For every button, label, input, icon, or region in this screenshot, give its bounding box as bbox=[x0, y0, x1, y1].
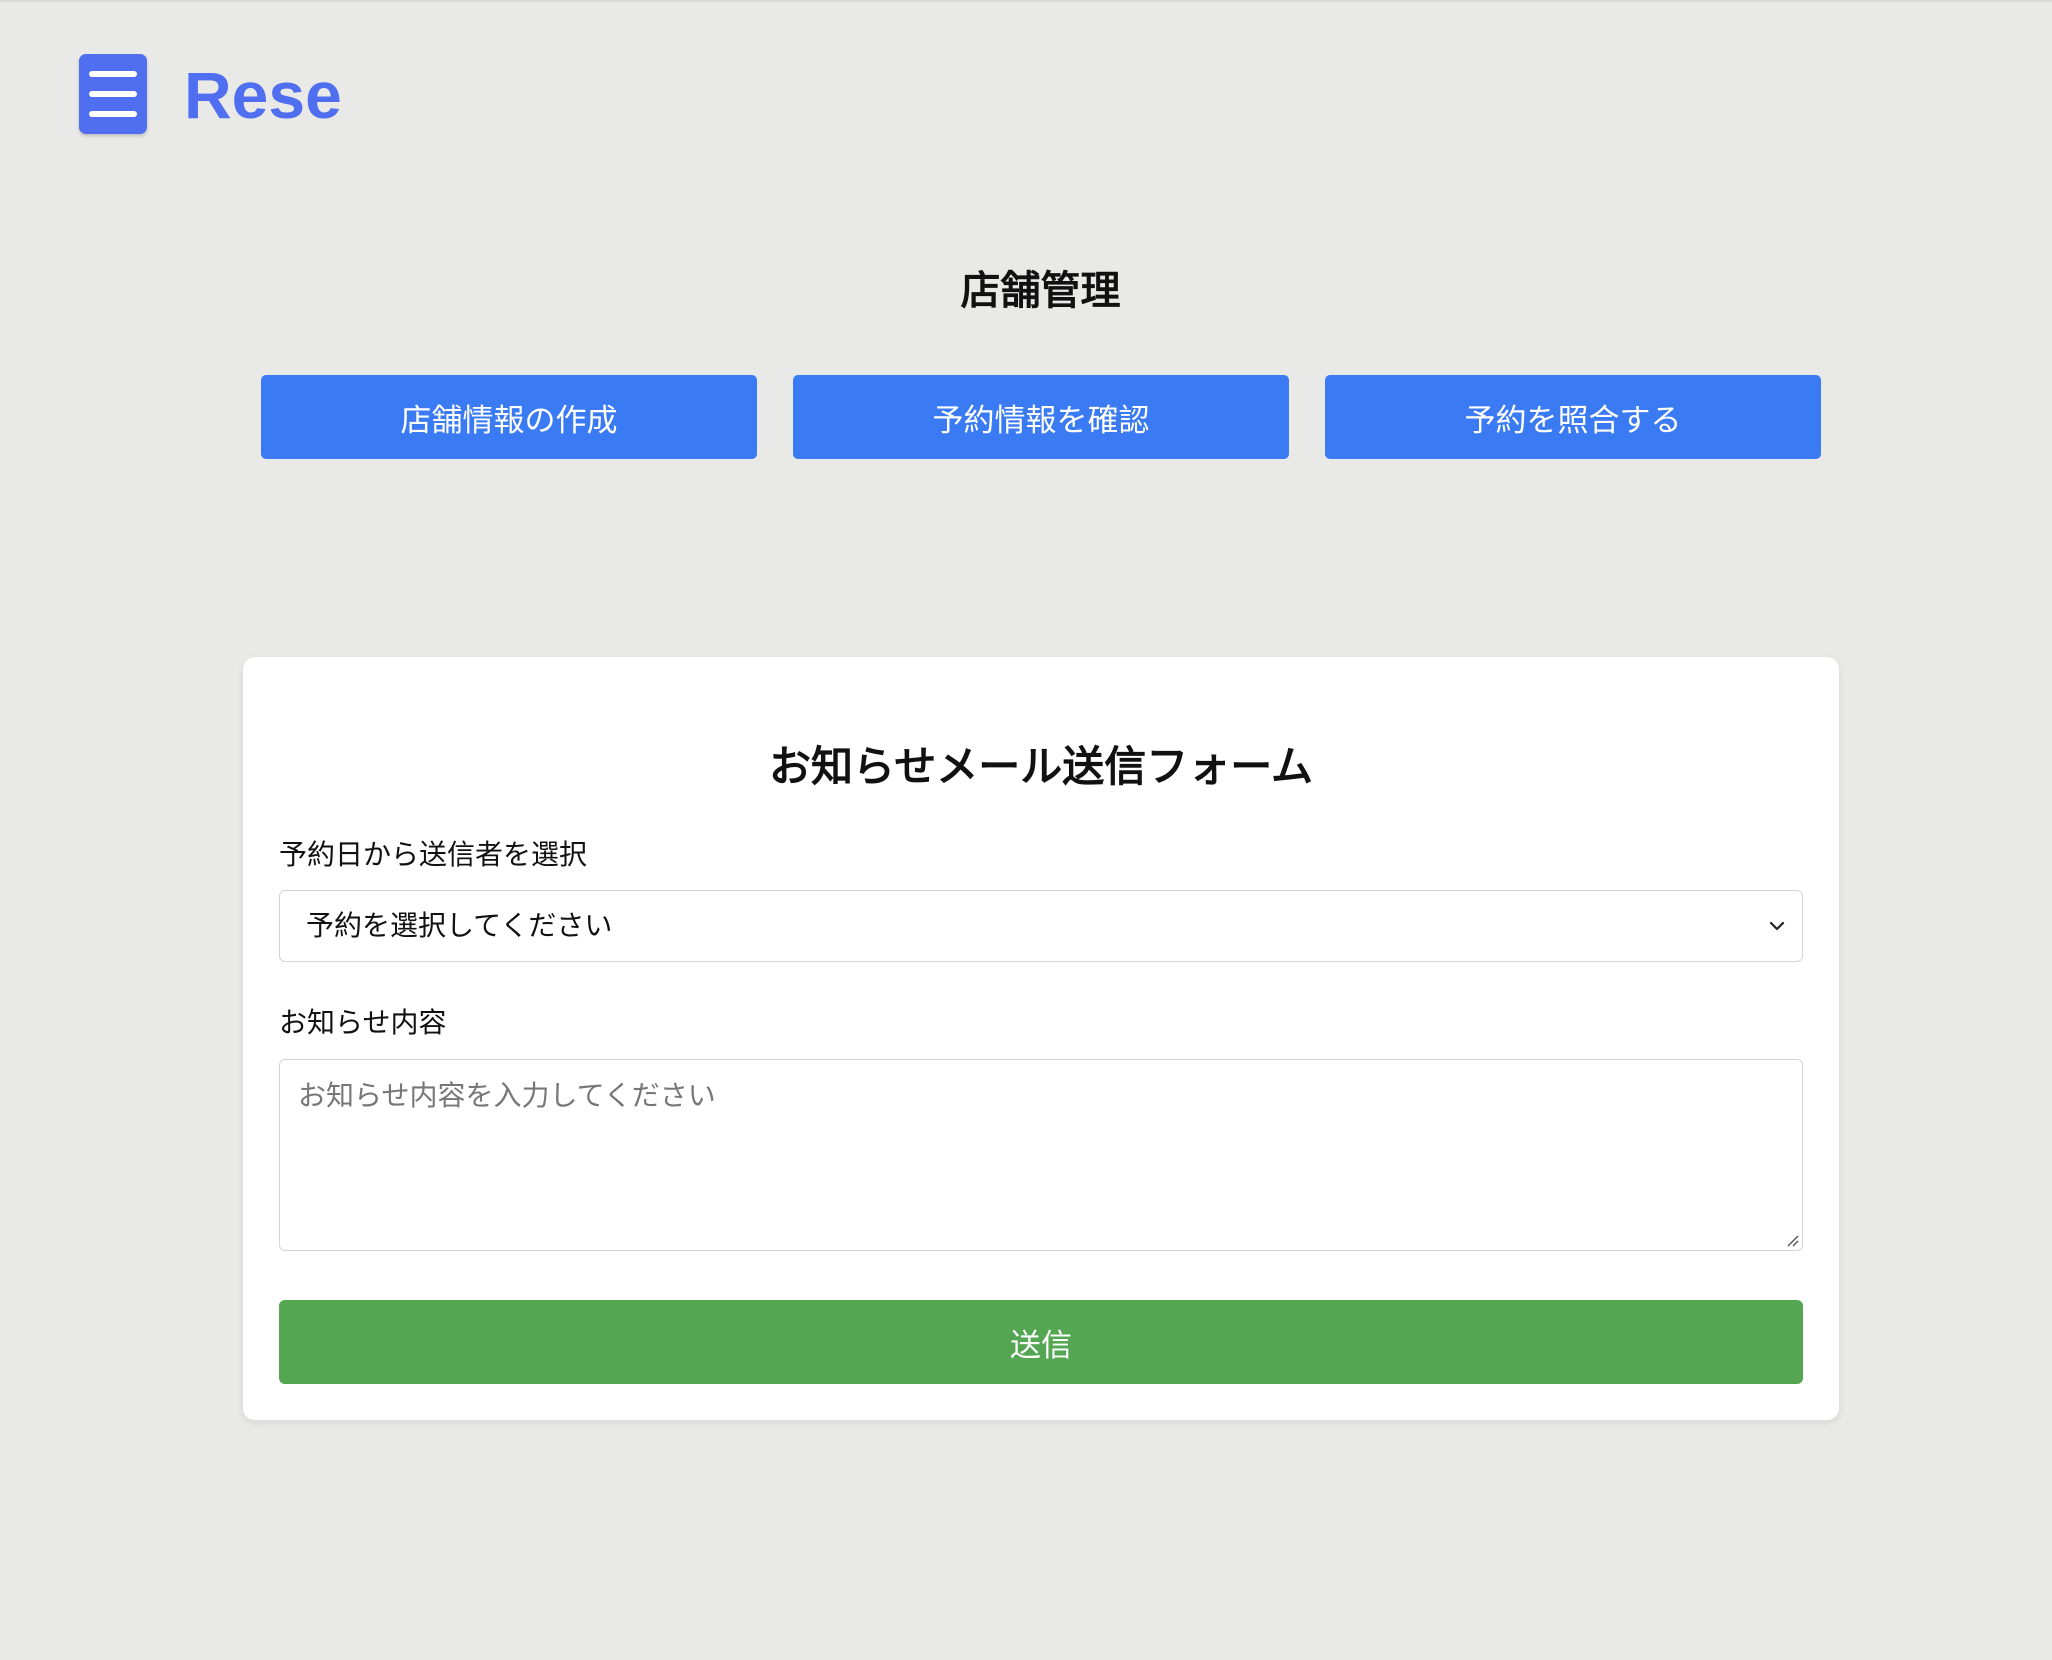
content-textarea-placeholder: お知らせ内容を入力してください bbox=[298, 1079, 716, 1112]
content-textarea[interactable]: お知らせ内容を入力してください bbox=[279, 1059, 1803, 1251]
create-shop-info-button[interactable]: 店舗情報の作成 bbox=[261, 375, 757, 459]
content-label: お知らせ内容 bbox=[279, 1006, 447, 1039]
chevron-down-icon bbox=[1769, 921, 1785, 931]
form-title: お知らせメール送信フォーム bbox=[769, 742, 1313, 791]
app-logo[interactable]: Rese bbox=[184, 55, 342, 135]
notification-form-card: お知らせメール送信フォーム 予約日から送信者を選択 予約を選択してください お知… bbox=[243, 657, 1839, 1420]
view-reservations-button[interactable]: 予約情報を確認 bbox=[793, 375, 1289, 459]
reservation-select[interactable]: 予約を選択してください bbox=[279, 890, 1803, 962]
verify-reservation-button[interactable]: 予約を照合する bbox=[1325, 375, 1821, 459]
submit-button[interactable]: 送信 bbox=[279, 1300, 1803, 1384]
page-title: 店舗管理 bbox=[960, 268, 1121, 314]
reservation-select-label: 予約日から送信者を選択 bbox=[279, 838, 588, 871]
hamburger-menu-button[interactable] bbox=[79, 54, 147, 134]
reservation-select-value: 予約を選択してください bbox=[306, 909, 613, 942]
top-border bbox=[0, 0, 2052, 2]
resize-handle-icon[interactable] bbox=[1785, 1233, 1799, 1247]
